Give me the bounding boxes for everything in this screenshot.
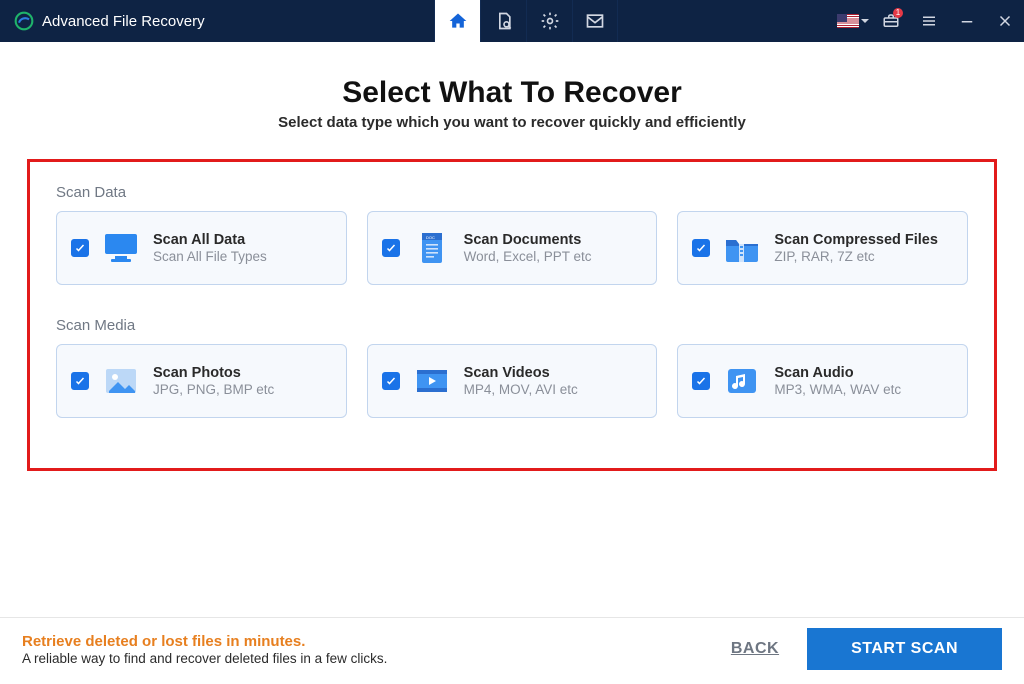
card-desc: MP4, MOV, AVI etc [464,382,643,397]
checkbox-scan-all-data[interactable] [71,239,89,257]
back-button[interactable]: BACK [731,640,779,658]
mail-icon [585,11,605,31]
us-flag-icon [837,14,859,28]
card-desc: Scan All File Types [153,249,332,264]
photo-icon [101,363,141,399]
recovery-options-panel: Scan Data Scan All Data Scan All File Ty… [27,159,997,471]
promo-subtext: A reliable way to find and recover delet… [22,651,387,666]
main-content: Select What To Recover Select data type … [0,42,1024,471]
card-title: Scan Audio [774,365,953,381]
tab-bar [434,0,618,42]
card-scan-documents[interactable]: DOC Scan Documents Word, Excel, PPT etc [367,211,658,285]
card-scan-videos[interactable]: Scan Videos MP4, MOV, AVI etc [367,344,658,418]
checkbox-scan-documents[interactable] [382,239,400,257]
checkbox-scan-audio[interactable] [692,372,710,390]
check-icon [74,375,86,387]
start-scan-button[interactable]: START SCAN [807,628,1002,670]
tab-feedback[interactable] [572,0,618,42]
card-desc: ZIP, RAR, 7Z etc [774,249,953,264]
footer-bar: Retrieve deleted or lost files in minute… [0,617,1024,684]
toolbox-button[interactable]: 1 [872,0,910,42]
card-scan-all-data[interactable]: Scan All Data Scan All File Types [56,211,347,285]
close-button[interactable] [986,0,1024,42]
card-title: Scan Videos [464,365,643,381]
minimize-icon [958,12,976,30]
menu-button[interactable] [910,0,948,42]
card-desc: MP3, WMA, WAV etc [774,382,953,397]
footer-actions: BACK START SCAN [731,628,1002,670]
card-title: Scan Photos [153,365,332,381]
document-icon: DOC [412,230,452,266]
video-icon [412,363,452,399]
scan-data-cards: Scan All Data Scan All File Types DOC Sc… [56,211,968,285]
title-bar: Advanced File Recovery [0,0,1024,42]
card-title: Scan All Data [153,232,332,248]
toolbox-badge: 1 [893,8,903,18]
minimize-button[interactable] [948,0,986,42]
language-selector[interactable] [834,0,872,42]
card-desc: JPG, PNG, BMP etc [153,382,332,397]
gear-icon [540,11,560,31]
window-tools: 1 [834,0,1024,42]
check-icon [385,242,397,254]
section-title-data: Scan Data [56,184,968,201]
scan-media-cards: Scan Photos JPG, PNG, BMP etc Scan Video… [56,344,968,418]
checkbox-scan-photos[interactable] [71,372,89,390]
card-scan-photos[interactable]: Scan Photos JPG, PNG, BMP etc [56,344,347,418]
card-scan-audio[interactable]: Scan Audio MP3, WMA, WAV etc [677,344,968,418]
check-icon [695,242,707,254]
file-search-icon [494,11,514,31]
svg-text:DOC: DOC [426,235,435,240]
monitor-icon [101,230,141,266]
check-icon [385,375,397,387]
app-title: Advanced File Recovery [42,13,205,30]
section-title-media: Scan Media [56,317,968,334]
home-icon [448,11,468,31]
page-heading: Select What To Recover [20,76,1004,110]
card-title: Scan Compressed Files [774,232,953,248]
card-title: Scan Documents [464,232,643,248]
card-desc: Word, Excel, PPT etc [464,249,643,264]
promo-headline: Retrieve deleted or lost files in minute… [22,633,387,650]
tab-home[interactable] [434,0,480,42]
check-icon [74,242,86,254]
check-icon [695,375,707,387]
tab-settings[interactable] [526,0,572,42]
hamburger-icon [920,12,938,30]
footer-promo: Retrieve deleted or lost files in minute… [22,633,387,666]
chevron-down-icon [861,19,869,23]
card-scan-compressed[interactable]: Scan Compressed Files ZIP, RAR, 7Z etc [677,211,968,285]
checkbox-scan-compressed[interactable] [692,239,710,257]
app-brand: Advanced File Recovery [0,0,219,42]
page-subtitle: Select data type which you want to recov… [20,114,1004,131]
checkbox-scan-videos[interactable] [382,372,400,390]
close-icon [996,12,1014,30]
music-icon [722,363,762,399]
zip-folder-icon [722,230,762,266]
tab-preview-scan[interactable] [480,0,526,42]
app-logo-icon [14,11,34,31]
